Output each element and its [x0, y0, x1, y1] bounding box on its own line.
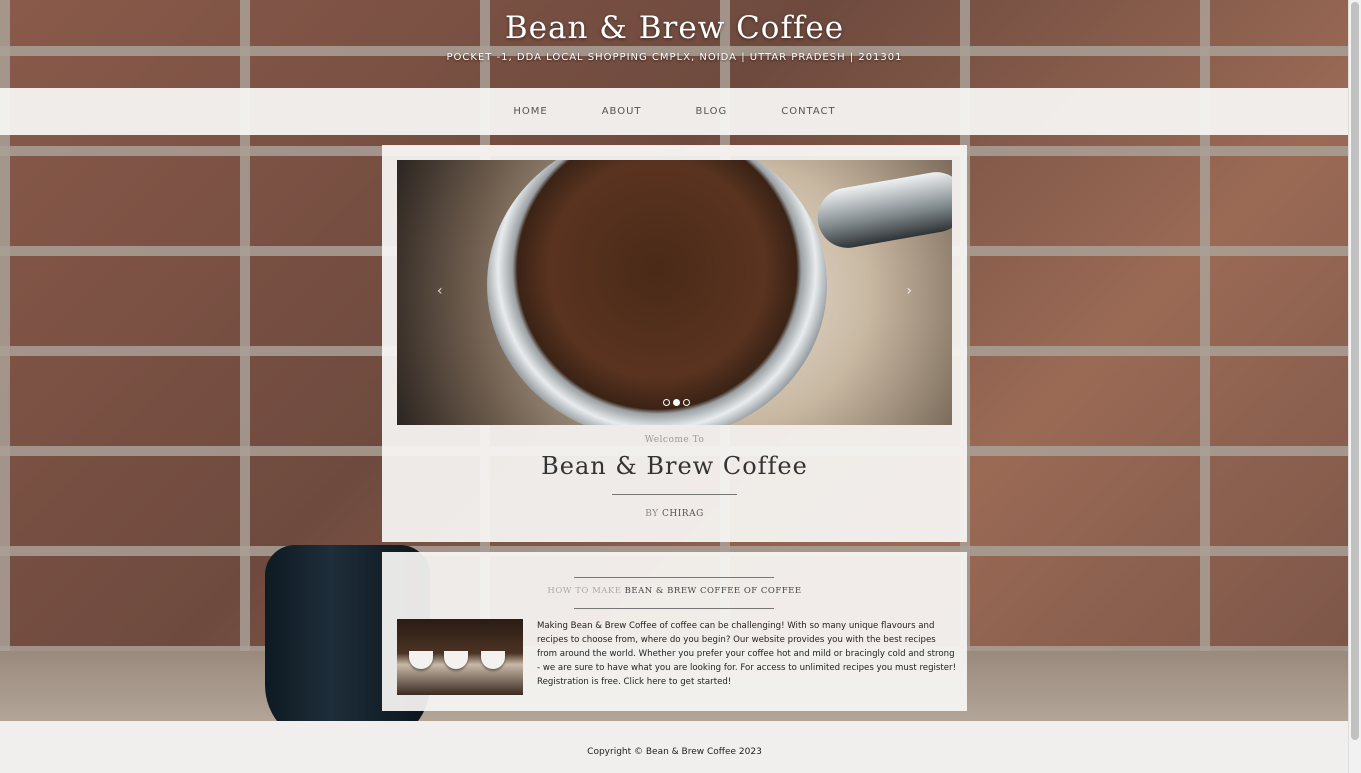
carousel-indicators — [663, 399, 690, 406]
post-heading-title: BEAN & BREW COFFEE OF COFFEE — [624, 586, 802, 596]
byline-label: BY — [645, 509, 659, 519]
cup-icon — [481, 651, 505, 669]
post-card: HOW TO MAKE BEAN & BREW COFFEE OF COFFEE… — [382, 552, 967, 711]
divider — [574, 608, 774, 609]
byline: BY CHIRAG — [382, 509, 967, 519]
site-title: Bean & Brew Coffee — [504, 10, 845, 46]
post-body: Making Bean & Brew Coffee of coffee can … — [537, 621, 957, 687]
image-carousel[interactable]: ‹ › — [397, 160, 952, 425]
divider — [574, 577, 774, 578]
nav-about[interactable]: ABOUT — [575, 106, 669, 117]
cup-icon — [409, 651, 433, 669]
nav-blog[interactable]: BLOG — [669, 106, 755, 117]
nav-contact[interactable]: CONTACT — [754, 106, 862, 117]
site-footer: Copyright © Bean & Brew Coffee 2023 — [0, 721, 1349, 773]
main-nav: HOME ABOUT BLOG CONTACT — [0, 88, 1349, 135]
divider — [612, 494, 737, 495]
post-heading-lead: HOW TO MAKE — [547, 586, 622, 596]
chevron-right-icon[interactable]: › — [906, 283, 912, 299]
site-address: POCKET -1, DDA LOCAL SHOPPING CMPLX, NOI… — [446, 52, 903, 63]
coffee-cups-thumbnail[interactable] — [397, 619, 523, 695]
coffee-grounds-image — [487, 160, 827, 425]
scrollbar-thumb[interactable] — [1351, 2, 1359, 740]
hero-title: Bean & Brew Coffee — [541, 452, 808, 480]
cup-icon — [444, 651, 468, 669]
copyright-text: Copyright © Bean & Brew Coffee 2023 — [587, 747, 762, 757]
welcome-text: Welcome To — [644, 435, 705, 445]
chevron-left-icon[interactable]: ‹ — [437, 283, 443, 299]
scrollbar[interactable] — [1348, 0, 1361, 773]
portafilter-handle-image — [812, 167, 952, 253]
site-header: Bean & Brew Coffee POCKET -1, DDA LOCAL … — [0, 0, 1349, 88]
hero-card: ‹ › Welcome To Bean & Brew Coffee BY CHI… — [382, 145, 967, 542]
carousel-dot-active[interactable] — [673, 399, 680, 406]
post-heading[interactable]: HOW TO MAKE BEAN & BREW COFFEE OF COFFEE — [382, 586, 967, 596]
carousel-dot[interactable] — [663, 399, 670, 406]
nav-home[interactable]: HOME — [486, 106, 574, 117]
author-name[interactable]: CHIRAG — [662, 509, 704, 519]
carousel-dot[interactable] — [683, 399, 690, 406]
